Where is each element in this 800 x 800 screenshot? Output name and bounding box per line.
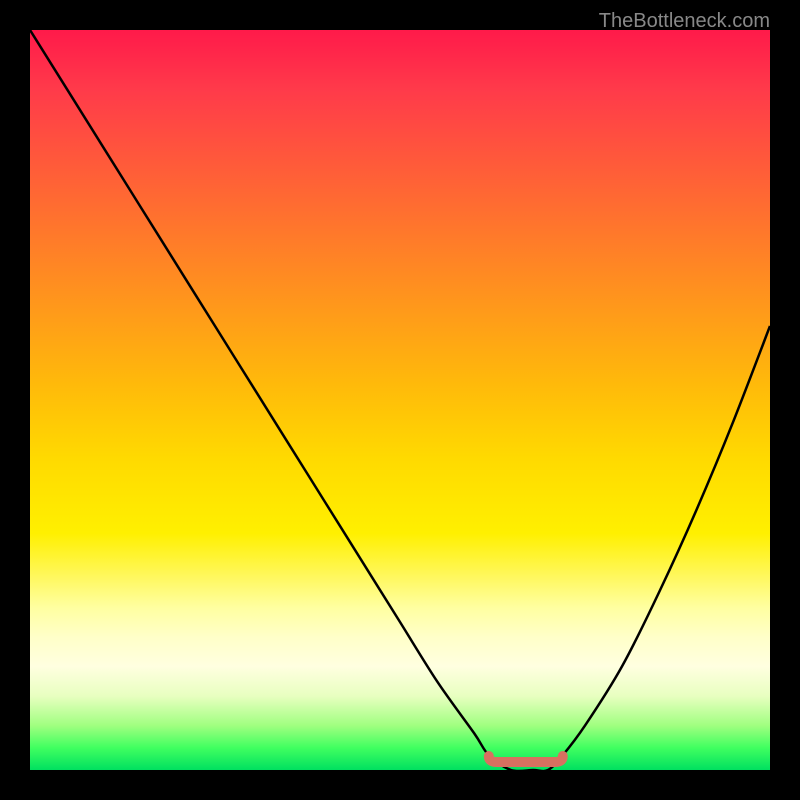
plot-area (30, 30, 770, 770)
chart-container: TheBottleneck.com (0, 0, 800, 800)
optimal-zone-marker (30, 30, 770, 770)
watermark-text: TheBottleneck.com (599, 10, 770, 33)
